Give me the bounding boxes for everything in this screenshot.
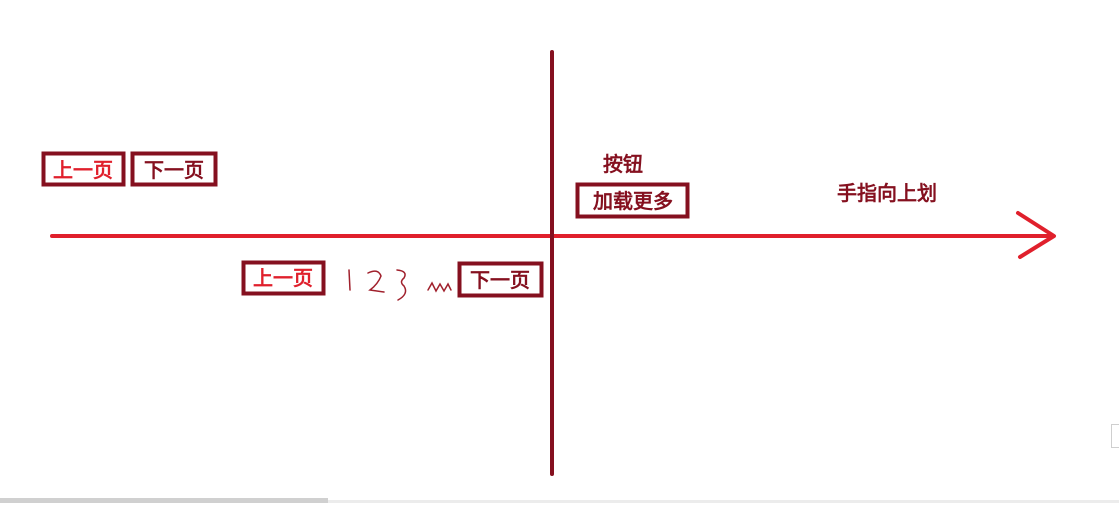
top-prev-page-button[interactable]: 上一页	[41, 151, 126, 187]
bottom-next-page-label: 下一页	[470, 268, 530, 292]
bottom-next-page-button[interactable]: 下一页	[457, 261, 544, 298]
top-prev-page-label: 上一页	[53, 158, 113, 182]
page-numbers-scribble	[348, 269, 452, 301]
top-next-page-button[interactable]: 下一页	[130, 151, 218, 187]
bottom-prev-page-button[interactable]: 上一页	[241, 260, 326, 296]
edge-handle[interactable]	[1111, 424, 1119, 448]
scribble-digit-1	[348, 269, 351, 291]
load-more-label: 加载更多	[592, 189, 673, 213]
button-caption: 按钮	[603, 152, 643, 176]
bottom-prev-page-label: 上一页	[253, 266, 313, 290]
scribble-digit-2	[367, 270, 385, 293]
diagram-canvas: 上一页 下一页 上一页 下一页 按钮 加载更多 手指向上划	[0, 0, 1119, 503]
diagram-svg: 上一页 下一页 上一页 下一页 按钮 加载更多 手指向上划	[41, 50, 1056, 476]
load-more-button[interactable]: 加载更多	[575, 182, 690, 219]
scribble-ellipsis	[427, 281, 452, 293]
horizontal-scrollbar-thumb[interactable]	[0, 498, 328, 503]
top-next-page-label: 下一页	[144, 158, 204, 182]
gesture-label: 手指向上划	[837, 181, 937, 205]
scribble-digit-3	[396, 269, 407, 301]
